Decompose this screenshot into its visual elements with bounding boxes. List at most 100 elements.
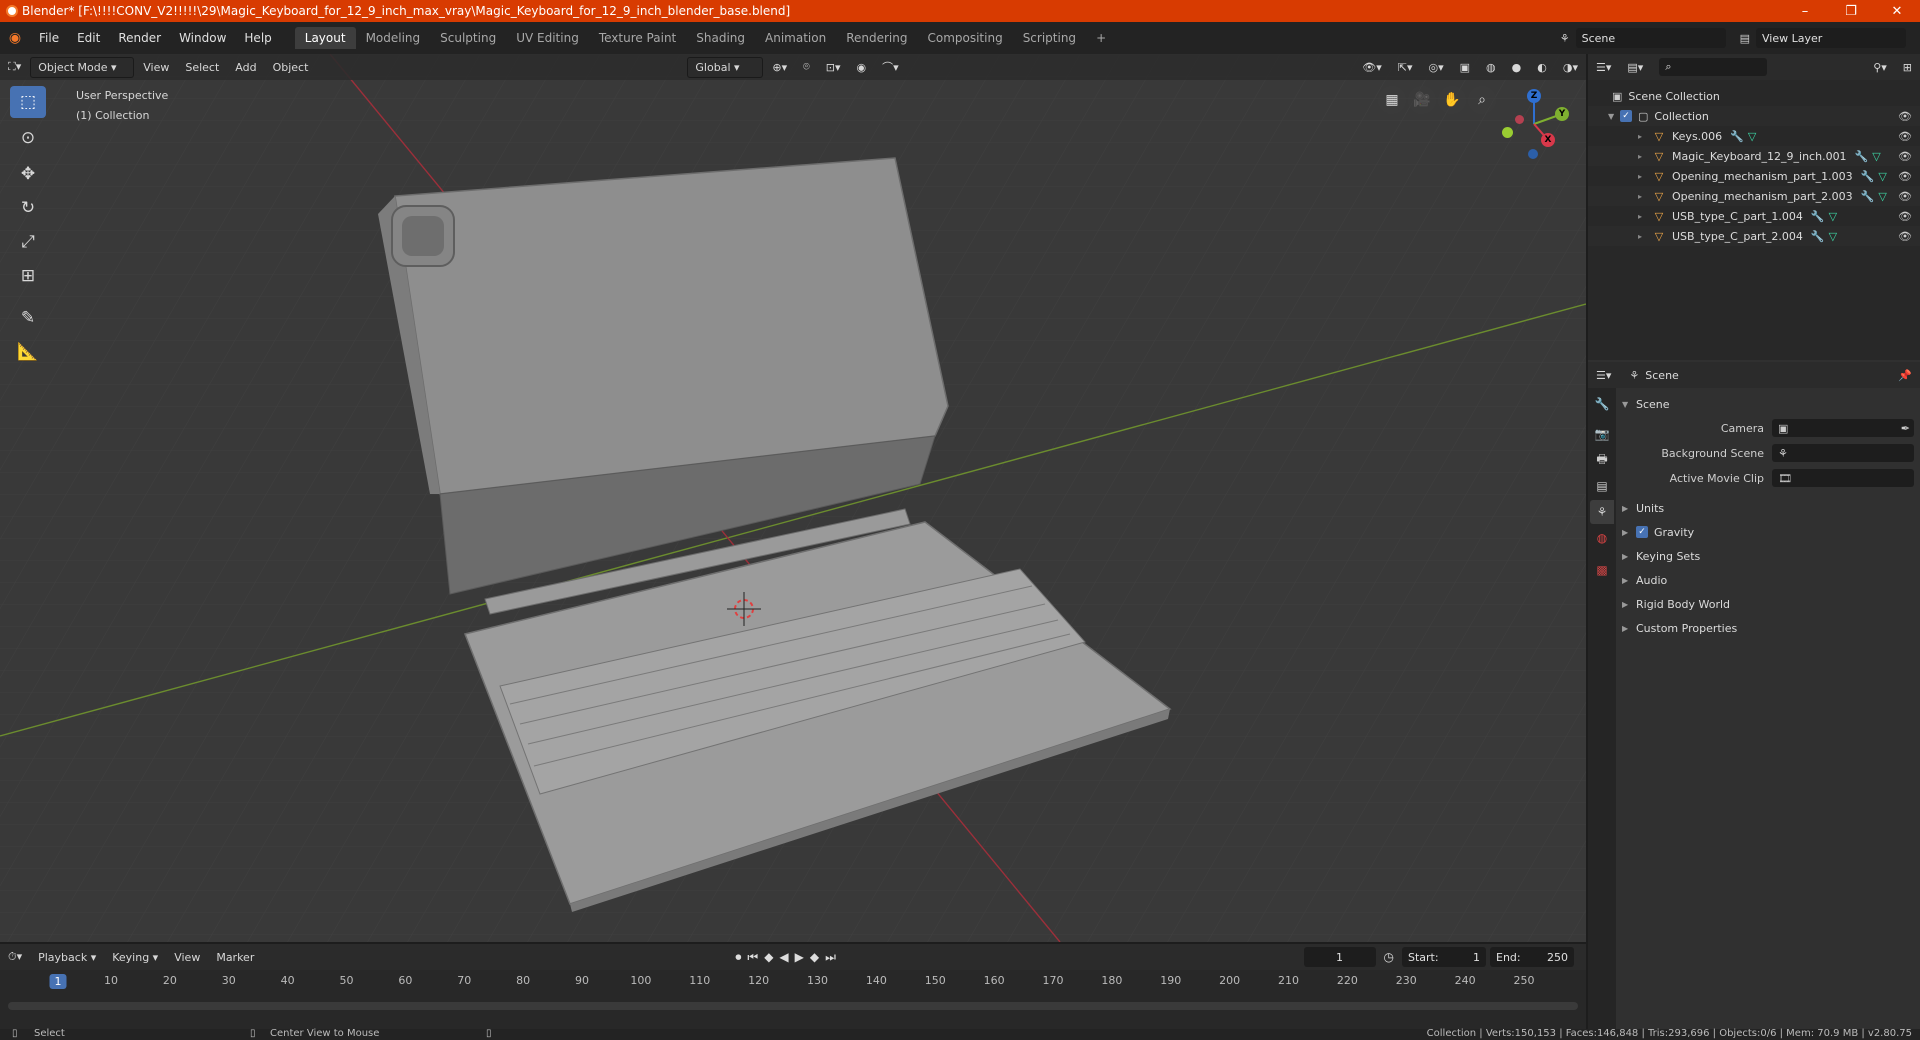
view-layer-tab-icon[interactable]: ▤ — [1590, 474, 1614, 498]
expand-collection-icon[interactable]: ▼ — [1608, 112, 1620, 121]
timeline-scrollbar[interactable] — [8, 1002, 1578, 1010]
minimize-button[interactable]: – — [1782, 4, 1828, 19]
units-panel-header[interactable]: ▶ Units — [1622, 498, 1914, 518]
pan-hand-icon[interactable]: ✋ — [1438, 86, 1466, 114]
end-frame-field[interactable]: End: 250 — [1490, 947, 1574, 967]
collection-checkbox[interactable]: ✓ — [1620, 110, 1632, 122]
eye-icon[interactable]: 👁 — [1898, 150, 1912, 163]
gizmo-y-icon[interactable]: Y — [1555, 107, 1569, 121]
navigation-gizmo[interactable]: Z Y X — [1490, 82, 1570, 162]
falloff-icon[interactable]: ⌒▾ — [875, 56, 906, 78]
measure-tool-icon[interactable]: 📐 — [10, 336, 46, 368]
menu-timeline-view[interactable]: View — [167, 948, 207, 967]
transform-orientation[interactable]: Global ▾ — [687, 56, 764, 78]
mesh-data-icon[interactable]: ▽ — [1878, 170, 1886, 183]
cursor-tool-icon[interactable]: ⊙ — [10, 122, 46, 154]
rendered-shading-icon[interactable]: ◑▾ — [1556, 58, 1585, 77]
outliner-item[interactable]: ▸ ▽ Magic_Keyboard_12_9_inch.001 🔧 ▽ 👁 — [1588, 146, 1920, 166]
modifier-wrench-icon[interactable]: 🔧 — [1855, 150, 1869, 163]
eye-icon[interactable]: 👁 — [1898, 170, 1912, 183]
snap-target-icon[interactable]: ⊡▾ — [819, 58, 848, 77]
eye-icon[interactable]: 👁 — [1898, 130, 1912, 143]
menu-file[interactable]: File — [30, 31, 68, 45]
expand-icon[interactable]: ▸ — [1638, 212, 1650, 221]
outliner-item[interactable]: ▸ ▽ Keys.006 🔧 ▽ 👁 — [1588, 126, 1920, 146]
tab-animation[interactable]: Animation — [755, 27, 836, 49]
gizmo-neg-x-icon[interactable] — [1515, 115, 1524, 124]
mode-selector[interactable]: Object Mode ▾ — [30, 56, 135, 78]
expand-icon[interactable]: ▸ — [1638, 172, 1650, 181]
menu-marker[interactable]: Marker — [209, 948, 261, 967]
modifier-wrench-icon[interactable]: 🔧 — [1730, 130, 1744, 143]
menu-edit[interactable]: Edit — [68, 31, 109, 45]
audio-panel-header[interactable]: ▶ Audio — [1622, 570, 1914, 590]
pivot-icon[interactable]: ⊕▾ — [765, 58, 794, 77]
texture-tab-icon[interactable]: ▩ — [1590, 558, 1614, 582]
gizmo-neg-z-icon[interactable] — [1528, 149, 1538, 159]
mesh-data-icon[interactable]: ▽ — [1872, 150, 1880, 163]
record-icon[interactable]: ⏺ — [735, 950, 741, 965]
overlay-toggle-icon[interactable]: ◎▾ — [1422, 58, 1451, 77]
outliner-item[interactable]: ▸ ▽ USB_type_C_part_2.004 🔧 ▽ 👁 — [1588, 226, 1920, 246]
tab-uv-editing[interactable]: UV Editing — [506, 27, 589, 49]
pin-icon[interactable]: 📌 — [1891, 366, 1919, 385]
mesh-data-icon[interactable]: ▽ — [1878, 190, 1886, 203]
movie-clip-field[interactable]: 🎞 — [1772, 469, 1914, 487]
custom-properties-panel-header[interactable]: ▶ Custom Properties — [1622, 618, 1914, 638]
tab-texture-paint[interactable]: Texture Paint — [589, 27, 686, 49]
select-box-tool-icon[interactable]: ⬚ — [10, 86, 46, 118]
new-collection-icon[interactable]: ⊞ — [1896, 58, 1919, 77]
menu-object[interactable]: Object — [266, 58, 316, 77]
scale-tool-icon[interactable]: ⤢ — [10, 226, 46, 258]
menu-window[interactable]: Window — [170, 31, 235, 45]
jump-end-icon[interactable]: ⏭ — [825, 950, 836, 965]
camera-view-icon[interactable]: 🎥 — [1408, 86, 1436, 114]
scene-panel-header[interactable]: ▼ Scene — [1622, 394, 1914, 414]
properties-editor-icon[interactable]: ☰▾ — [1589, 366, 1618, 385]
camera-field[interactable]: ▣ ✒ — [1772, 419, 1914, 437]
maximize-button[interactable]: ❐ — [1828, 4, 1874, 19]
transform-tool-icon[interactable]: ⊞ — [10, 260, 46, 292]
tab-shading[interactable]: Shading — [686, 27, 755, 49]
start-frame-field[interactable]: Start: 1 — [1402, 947, 1486, 967]
mesh-data-icon[interactable]: ▽ — [1748, 130, 1756, 143]
menu-add[interactable]: Add — [228, 58, 263, 77]
mesh-data-icon[interactable]: ▽ — [1829, 230, 1837, 243]
clock-icon[interactable]: ◷ — [1384, 950, 1394, 964]
menu-select[interactable]: Select — [178, 58, 226, 77]
3d-viewport[interactable]: ⛶▾ Object Mode ▾ View Select Add Object … — [0, 54, 1586, 942]
outliner-search-input[interactable]: ⌕ — [1659, 58, 1768, 76]
play-icon[interactable]: ▶ — [795, 950, 804, 964]
prev-keyframe-icon[interactable]: ◆ — [764, 950, 773, 964]
close-button[interactable]: ✕ — [1874, 4, 1920, 19]
modifier-wrench-icon[interactable]: 🔧 — [1811, 210, 1825, 223]
blender-menu-icon[interactable]: ◉ — [0, 30, 30, 46]
gravity-panel-header[interactable]: ▶ ✓ Gravity — [1622, 522, 1914, 542]
rotate-tool-icon[interactable]: ↻ — [10, 192, 46, 224]
render-tab-icon[interactable]: 📷 — [1590, 422, 1614, 446]
play-reverse-icon[interactable]: ◀ — [779, 950, 788, 964]
next-keyframe-icon[interactable]: ◆ — [810, 950, 819, 964]
tab-scripting[interactable]: Scripting — [1013, 27, 1086, 49]
outliner-item[interactable]: ▸ ▽ USB_type_C_part_1.004 🔧 ▽ 👁 — [1588, 206, 1920, 226]
snap-icon[interactable]: ⌾ — [796, 57, 817, 77]
filter-icon[interactable]: ⚲▾ — [1866, 58, 1894, 77]
properties-editor[interactable]: ☰▾ ⚘ Scene 📌 🔧 📷 🖶 ▤ ⚘ ◍ ▩ ▼ Scene Camer… — [1588, 362, 1920, 1029]
outliner[interactable]: ☰▾ ▤▾ ⌕ ⚲▾ ⊞ ▣ Scene Collection ▼ ✓ ▢ Co… — [1588, 54, 1920, 360]
gravity-checkbox[interactable]: ✓ — [1636, 526, 1648, 538]
keying-sets-panel-header[interactable]: ▶ Keying Sets — [1622, 546, 1914, 566]
tab-sculpting[interactable]: Sculpting — [430, 27, 506, 49]
expand-icon[interactable]: ▸ — [1638, 232, 1650, 241]
display-mode-icon[interactable]: ▤▾ — [1620, 58, 1650, 77]
xray-icon[interactable]: ▣ — [1453, 58, 1477, 77]
gizmo-x-icon[interactable]: X — [1541, 133, 1555, 147]
timeline-editor-icon[interactable]: ⏱▾ — [1, 947, 29, 967]
background-scene-field[interactable]: ⚘ — [1772, 444, 1914, 462]
view-layer-selector[interactable]: View Layer — [1756, 28, 1906, 48]
modifier-wrench-icon[interactable]: 🔧 — [1861, 190, 1875, 203]
current-frame-field[interactable]: 1 — [1303, 947, 1376, 967]
tab-layout[interactable]: Layout — [294, 27, 356, 49]
tool-tab-icon[interactable]: 🔧 — [1590, 392, 1614, 416]
frame-ruler[interactable]: 1 10 20 30 40 50 60 70 80 90 100 110 120 130 140 150 160… — [8, 972, 1578, 994]
menu-playback[interactable]: Playback ▾ — [31, 948, 103, 967]
